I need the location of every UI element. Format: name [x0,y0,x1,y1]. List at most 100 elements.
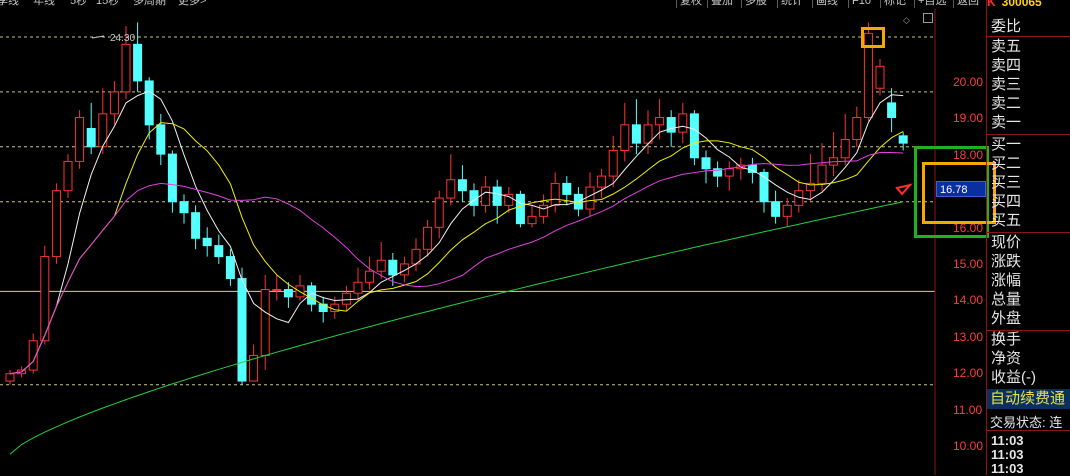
candle-up [51,190,61,258]
candle-down [283,289,293,298]
candle-up [481,186,491,206]
adjust-button[interactable]: 复权 [676,0,702,8]
bid-5-label: 买五 [991,212,1022,229]
auto-renew-text: 自动续费通 [990,390,1066,407]
candle-down [887,102,897,119]
candle-down [666,117,676,133]
candle-up [724,168,734,177]
f10-button[interactable]: F10 [848,0,871,8]
ask-5-label: 卖五 [991,38,1022,55]
price-tick: 11.00 [953,403,983,417]
candle-down [898,135,908,144]
price-tick: 13.00 [953,330,984,344]
candle-down [515,193,525,225]
candle-down [562,182,572,195]
period-more[interactable]: 更多> [178,0,206,8]
orange-highlight-box [922,162,996,224]
price-tick: 20.00 [953,75,984,89]
candle-up [272,289,282,292]
add-watchlist-button[interactable]: +自选 [914,0,946,8]
draw-line-button[interactable]: 画线 [812,0,838,8]
trade-time: 11:03 [991,433,1024,448]
quote-panel: K 300065 委比 卖五 卖四 卖三 卖二 卖一 买一 买二 买三 买四 买五… [987,0,1070,476]
candle-down [237,278,247,382]
candle-up [109,91,119,115]
change-pct-label: 涨幅 [991,272,1022,289]
candle-down [133,43,143,82]
stats-button[interactable]: 统计 [777,0,803,8]
period-15s[interactable]: 15秒 [96,0,119,8]
ma10-line [9,122,904,375]
candle-up [446,179,456,199]
candle-up [597,175,607,188]
candle-up [434,197,444,228]
period-multi[interactable]: 多周期 [133,0,166,8]
candle-up [840,138,850,159]
ask-3-label: 卖三 [991,76,1022,93]
candle-down [631,124,641,144]
candle-up [539,204,549,217]
candle-down [179,201,189,214]
candle-up [875,65,885,89]
period-quarterly[interactable]: 季线 [0,0,19,8]
candle-up [376,259,386,272]
price-tick: 10.00 [953,439,984,453]
back-button[interactable]: 返回 [953,0,979,8]
chart-toolbar: 季线 年线 5秒 15秒 多周期 更多> 复权 叠加 多股 统计 画线 F10 … [0,0,985,9]
window-toggle-icon[interactable] [923,13,933,23]
stock-code-header[interactable]: K 300065 [987,0,1070,8]
price-tick: 19.00 [953,111,984,125]
candles [5,22,908,385]
trade-time: 11:03 [991,461,1024,476]
auto-renew-bar[interactable]: 自动续费通 [987,389,1070,409]
volume-label: 总量 [991,291,1022,308]
candle-up [550,182,560,206]
candle-up [620,124,630,151]
price-tick: 12.00 [953,366,984,380]
turnover-label: 换手 [991,331,1022,348]
candlestick-chart[interactable]: 24.30 [0,9,986,475]
moving-average-lines [9,90,904,455]
bid-ask-ratio-label: 委比 [991,18,1022,35]
candle-up [75,117,85,162]
candle-up [655,117,665,126]
period-yearly[interactable]: 年线 [33,0,55,8]
period-5s[interactable]: 5秒 [70,0,87,8]
price-tick: 15.00 [953,257,984,271]
peak-price-annotation: 24.30 [110,33,135,44]
candle-down [701,157,711,170]
candle-down [388,259,398,276]
trade-status: 交易状态: 连 [990,415,1063,430]
ma20-line [9,152,904,375]
bid-1-label: 买一 [991,136,1022,153]
bid-2-label: 买二 [991,155,1022,172]
candle-up [782,204,792,217]
trade-time: 11:03 [991,447,1024,462]
candle-up [608,149,618,177]
mark-button[interactable]: 标记 [880,0,906,8]
earnings-label: 收益(-) [991,369,1036,386]
candle-down [156,124,166,155]
candle-down [167,153,177,203]
candle-down [457,179,467,192]
candle-up [527,215,537,225]
price-tick: 14.00 [953,293,984,307]
candle-down [191,212,201,239]
candle-up [365,270,375,283]
stock-code: 300065 [1001,0,1042,9]
candle-down [144,80,154,126]
divider [987,232,1070,233]
diamond-icon[interactable]: ◇ [903,15,910,26]
candle-down [86,128,96,148]
divider [987,36,1070,37]
outer-volume-label: 外盘 [991,310,1022,327]
overlay-button[interactable]: 叠加 [707,0,733,8]
candle-up [423,226,433,250]
bid-4-label: 买四 [991,193,1022,210]
candle-down [225,256,235,280]
multi-stock-button[interactable]: 多股 [741,0,767,8]
peak-highlight-box [861,27,885,48]
change-label: 涨跌 [991,253,1022,270]
divider [987,134,1070,135]
candle-up [5,373,15,382]
